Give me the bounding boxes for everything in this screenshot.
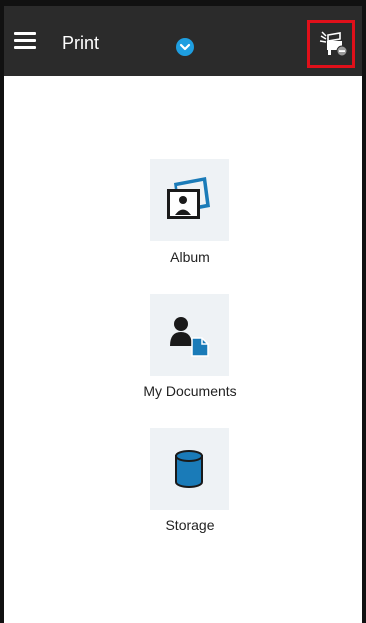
- printer-status-icon: [319, 31, 347, 57]
- printer-status-button[interactable]: [307, 20, 355, 68]
- chevron-down-icon[interactable]: [176, 38, 194, 56]
- hamburger-menu-icon[interactable]: [14, 32, 36, 52]
- album-label: Album: [170, 249, 210, 265]
- photo-album-icon: [167, 177, 210, 219]
- my-documents-label: My Documents: [143, 383, 237, 399]
- storage-tile[interactable]: [150, 428, 229, 510]
- my-documents-icon: [170, 317, 209, 357]
- page-title: Print: [62, 33, 100, 53]
- storage-label: Storage: [165, 517, 215, 533]
- my-documents-tile[interactable]: [150, 294, 229, 376]
- storage-cylinder-icon: [175, 450, 203, 488]
- app-header: Print: [0, 0, 366, 76]
- album-tile[interactable]: [150, 159, 229, 241]
